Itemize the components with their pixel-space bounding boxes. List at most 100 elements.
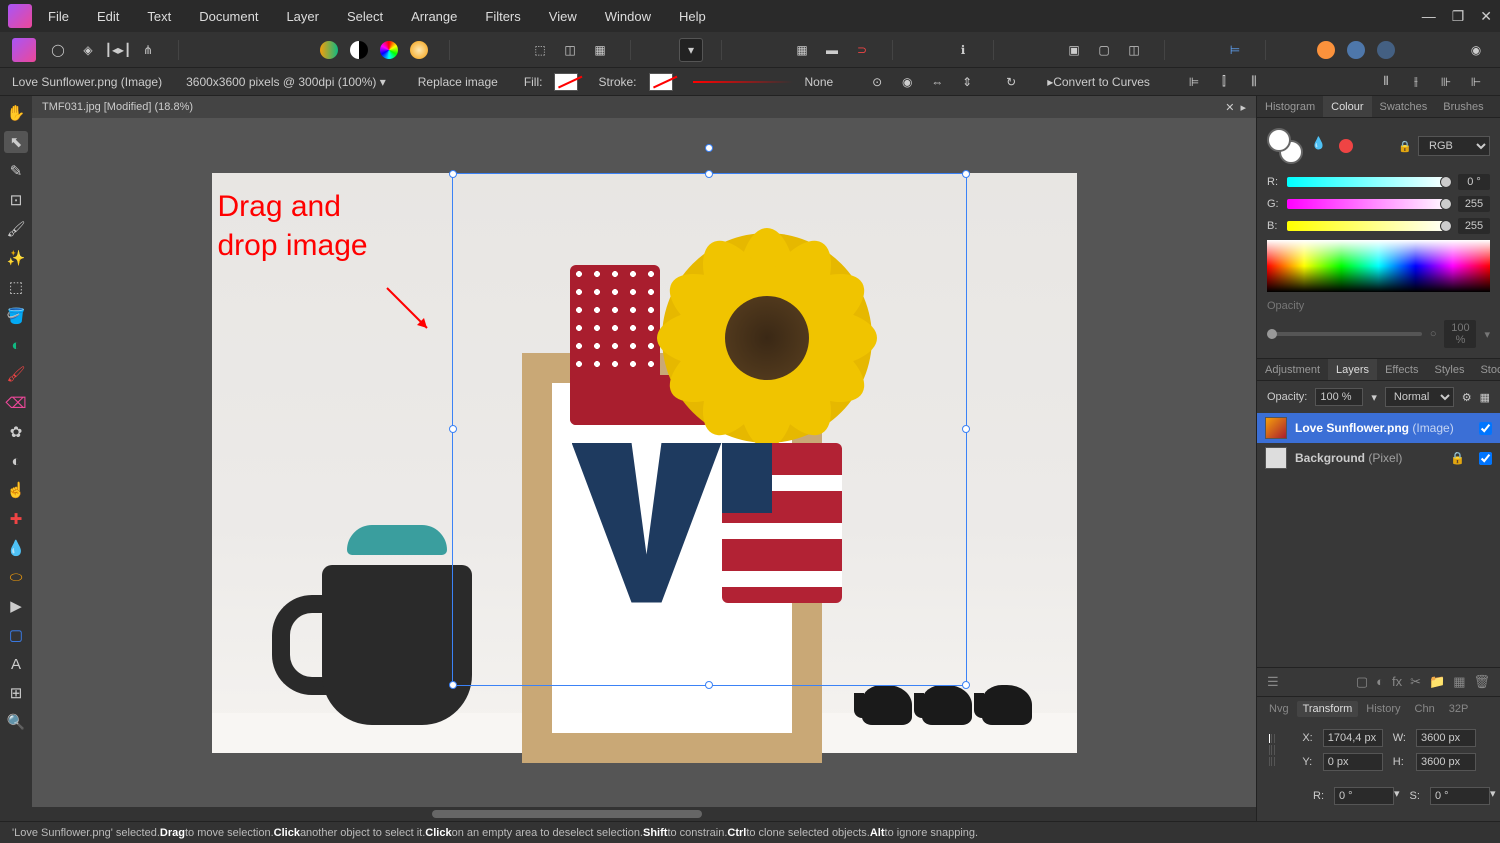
tab-effects[interactable]: Effects xyxy=(1377,359,1426,380)
smudge-tool[interactable]: ☝ xyxy=(4,479,28,501)
w-input[interactable] xyxy=(1416,729,1476,747)
panel-toggle-icon[interactable]: ▸ xyxy=(1240,101,1246,114)
gear-icon[interactable]: ⚙ xyxy=(1462,391,1472,404)
secondary-color-dot[interactable] xyxy=(1339,139,1353,153)
add-pixel-icon[interactable]: ▦ xyxy=(1453,674,1465,690)
flip-h-icon[interactable]: ⇔ xyxy=(925,70,949,94)
marquee-tool[interactable]: ⬚ xyxy=(4,276,28,298)
g-value[interactable]: 255 xyxy=(1458,196,1490,212)
menu-edit[interactable]: Edit xyxy=(97,9,119,24)
grid-icon[interactable]: ▦ xyxy=(790,38,814,62)
align-right-icon[interactable]: ⫼ xyxy=(1242,70,1266,94)
rotation-handle[interactable] xyxy=(705,144,713,152)
tab-stock[interactable]: Stock xyxy=(1472,359,1500,380)
tab-adjustment[interactable]: Adjustment xyxy=(1257,359,1328,380)
persona-export-icon[interactable]: ⋔ xyxy=(136,38,160,62)
r-slider[interactable] xyxy=(1287,177,1450,187)
hide-icon[interactable]: ◉ xyxy=(895,70,919,94)
tab-history[interactable]: History xyxy=(1360,701,1406,717)
intersect-op-icon[interactable] xyxy=(1374,38,1398,62)
space-h-icon[interactable]: ⊪ xyxy=(1434,70,1458,94)
app-icon[interactable] xyxy=(12,38,36,62)
g-slider[interactable] xyxy=(1287,199,1450,209)
persona-photo-icon[interactable]: ◯ xyxy=(46,38,70,62)
snap-options-icon[interactable]: ▬ xyxy=(820,38,844,62)
canvas-document[interactable]: Drag anddrop image xyxy=(212,173,1077,753)
x-input[interactable] xyxy=(1323,729,1383,747)
quick-mask-icon[interactable]: ◫ xyxy=(558,38,582,62)
r-input[interactable] xyxy=(1334,787,1394,805)
move-tool[interactable]: ⬉ xyxy=(4,131,28,153)
menu-arrange[interactable]: Arrange xyxy=(411,9,457,24)
lock-icon[interactable]: 🔒 xyxy=(1398,140,1412,153)
tab-navigator[interactable]: Nvg xyxy=(1263,701,1295,717)
snapping-icon[interactable]: ⊃ xyxy=(850,38,874,62)
replace-image-button[interactable]: Replace image xyxy=(418,75,498,89)
b-slider[interactable] xyxy=(1287,221,1450,231)
selection-brush-tool[interactable]: 🖌 xyxy=(4,218,28,240)
refine-icon[interactable]: ▦ xyxy=(588,38,612,62)
shade-icon[interactable] xyxy=(407,38,431,62)
r-dropdown-icon[interactable]: ▾ xyxy=(1394,787,1400,805)
maximize-icon[interactable]: ❐ xyxy=(1452,8,1465,25)
menu-help[interactable]: Help xyxy=(679,9,706,24)
patch-tool[interactable]: ⬭ xyxy=(4,566,28,588)
eyedropper-icon[interactable]: 💧 xyxy=(1311,136,1331,156)
subtract-op-icon[interactable] xyxy=(1344,38,1368,62)
tab-32preview[interactable]: 32P xyxy=(1443,701,1475,717)
hue-box[interactable] xyxy=(1267,240,1490,292)
layer-opacity-input[interactable] xyxy=(1315,388,1363,406)
blend-mode-select[interactable]: Normal xyxy=(1385,387,1454,407)
assistant-icon[interactable]: ℹ xyxy=(951,38,975,62)
align-icon[interactable]: ⊨ xyxy=(1223,38,1247,62)
bw-icon[interactable] xyxy=(347,38,371,62)
text-tool[interactable]: A xyxy=(4,653,28,675)
account-icon[interactable]: ◉ xyxy=(1464,38,1488,62)
fill-swatch-icon[interactable]: ▾ xyxy=(679,38,703,62)
arrange-group-icon[interactable]: ◫ xyxy=(1122,38,1146,62)
layer-menu-icon[interactable]: ▦ xyxy=(1480,391,1490,404)
distribute-v-icon[interactable]: ⫲ xyxy=(1404,70,1428,94)
distribute-h-icon[interactable]: ⫴ xyxy=(1374,70,1398,94)
stroke-width-preview[interactable] xyxy=(693,81,793,83)
persona-liquify-icon[interactable]: ◈ xyxy=(76,38,100,62)
adjustment-icon[interactable]: ◐ xyxy=(1376,674,1384,690)
opacity-dropdown-icon[interactable]: ▾ xyxy=(1371,391,1377,404)
horizontal-scrollbar[interactable] xyxy=(32,807,1256,821)
color-wheel-icon[interactable] xyxy=(377,38,401,62)
tab-layers[interactable]: Layers xyxy=(1328,359,1377,380)
align-center-icon[interactable]: ⫿ xyxy=(1212,70,1236,94)
dimensions-dropdown[interactable]: 3600x3600 pixels @ 300dpi (100%) ▾ xyxy=(186,75,386,89)
tab-transform[interactable]: Transform xyxy=(1297,701,1359,717)
group-icon[interactable]: 📁 xyxy=(1429,674,1445,690)
opacity-value[interactable]: 100 % xyxy=(1444,320,1476,348)
r-value[interactable]: 0 ° xyxy=(1458,174,1490,190)
arrange-front-icon[interactable]: ▣ xyxy=(1062,38,1086,62)
pen-tool[interactable]: ▶ xyxy=(4,595,28,617)
b-value[interactable]: 255 xyxy=(1458,218,1490,234)
delete-layer-icon[interactable]: 🗑 xyxy=(1473,674,1490,690)
layer-lock-icon[interactable]: 🔒 xyxy=(1450,451,1465,465)
magic-wand-tool[interactable]: ✨ xyxy=(4,247,28,269)
tab-histogram[interactable]: Histogram xyxy=(1257,96,1323,117)
add-op-icon[interactable] xyxy=(1314,38,1338,62)
menu-layer[interactable]: Layer xyxy=(286,9,319,24)
flood-fill-tool[interactable]: 🪣 xyxy=(4,305,28,327)
layer-visibility-checkbox[interactable] xyxy=(1479,422,1492,435)
lock-children-icon[interactable]: ⊙ xyxy=(865,70,889,94)
tab-styles[interactable]: Styles xyxy=(1427,359,1473,380)
convert-curves-button[interactable]: ▸Convert to Curves xyxy=(1047,75,1150,89)
close-icon[interactable]: ✕ xyxy=(1480,8,1492,25)
tab-swatches[interactable]: Swatches xyxy=(1372,96,1436,117)
clone-tool[interactable]: ✿ xyxy=(4,421,28,443)
menu-select[interactable]: Select xyxy=(347,9,383,24)
menu-filters[interactable]: Filters xyxy=(485,9,520,24)
menu-view[interactable]: View xyxy=(549,9,577,24)
anchor-selector[interactable] xyxy=(1269,734,1274,766)
gradient-tool[interactable]: ◐ xyxy=(4,334,28,356)
viewport[interactable]: Drag anddrop image xyxy=(32,118,1256,807)
opacity-dropdown-icon[interactable]: ▾ xyxy=(1484,328,1490,341)
erase-brush-tool[interactable]: ⌫ xyxy=(4,392,28,414)
layer-visibility-checkbox[interactable] xyxy=(1479,452,1492,465)
tab-brushes[interactable]: Brushes xyxy=(1435,96,1491,117)
